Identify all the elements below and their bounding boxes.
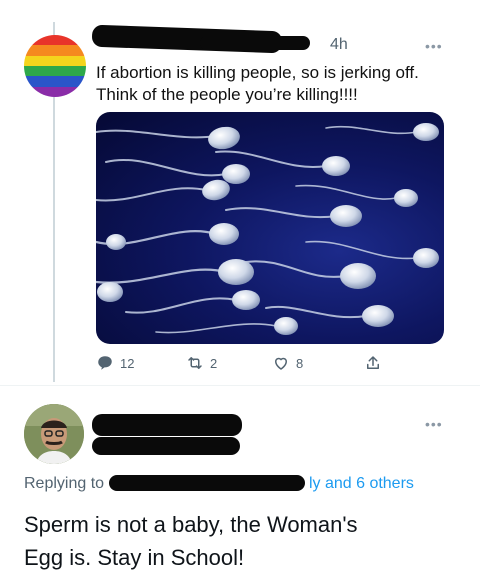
redacted-handle <box>92 437 240 455</box>
replying-to-line: Replying to ly and 6 others <box>24 475 414 493</box>
replying-users-link[interactable]: ly and 6 others <box>108 475 414 492</box>
reply-tweet[interactable]: ••• Replying to ly and 6 others Sperm is… <box>0 0 480 583</box>
reply-text-line: Egg is. Stay in School! <box>24 545 245 570</box>
reply-text: Sperm is not a baby, the Woman's Egg is.… <box>24 508 464 574</box>
more-icon[interactable]: ••• <box>425 416 443 432</box>
redacted-mentions <box>108 475 305 491</box>
avatar-portrait <box>24 404 84 464</box>
replying-prefix: Replying to <box>24 475 105 492</box>
avatar[interactable] <box>24 404 84 464</box>
reply-text-line: Sperm is not a baby, the Woman's <box>24 512 358 537</box>
redacted-username <box>92 414 242 436</box>
replying-others: ly and 6 others <box>308 475 414 492</box>
